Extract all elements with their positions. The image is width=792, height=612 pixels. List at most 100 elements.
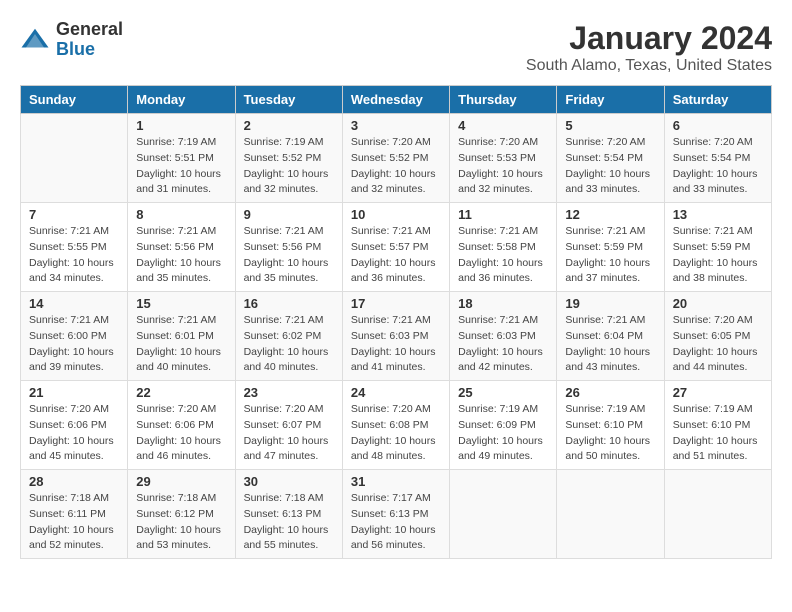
day-number: 12 xyxy=(565,207,655,222)
calendar-cell: 8 Sunrise: 7:21 AMSunset: 5:56 PMDaylight… xyxy=(128,203,235,292)
day-info: Sunrise: 7:21 AMSunset: 5:57 PMDaylight:… xyxy=(351,224,441,287)
day-number: 19 xyxy=(565,296,655,311)
calendar-cell xyxy=(557,470,664,559)
day-number: 1 xyxy=(136,118,226,133)
day-number: 30 xyxy=(244,474,334,489)
calendar-cell: 27Sunrise: 7:19 AMSunset: 6:10 PMDayligh… xyxy=(664,381,771,470)
day-number: 23 xyxy=(244,385,334,400)
header-saturday: Saturday xyxy=(664,86,771,114)
day-number: 8 xyxy=(136,207,226,222)
header-thursday: Thursday xyxy=(450,86,557,114)
calendar-cell: 3 Sunrise: 7:20 AMSunset: 5:52 PMDaylight… xyxy=(342,114,449,203)
day-info: Sunrise: 7:18 AMSunset: 6:11 PMDaylight:… xyxy=(29,491,119,554)
day-info: Sunrise: 7:19 AMSunset: 5:52 PMDaylight:… xyxy=(244,135,334,198)
calendar-cell: 24 Sunrise: 7:20 AMSunset: 6:08 PMDayligh… xyxy=(342,381,449,470)
day-number: 4 xyxy=(458,118,548,133)
day-number: 17 xyxy=(351,296,441,311)
logo-icon xyxy=(20,25,50,55)
day-info: Sunrise: 7:21 AMSunset: 5:56 PMDaylight:… xyxy=(136,224,226,287)
header-wednesday: Wednesday xyxy=(342,86,449,114)
calendar-cell: 28 Sunrise: 7:18 AMSunset: 6:11 PMDayligh… xyxy=(21,470,128,559)
day-number: 31 xyxy=(351,474,441,489)
calendar-table: SundayMondayTuesdayWednesdayThursdayFrid… xyxy=(20,85,772,559)
calendar-cell: 17 Sunrise: 7:21 AMSunset: 6:03 PMDayligh… xyxy=(342,292,449,381)
logo-blue: Blue xyxy=(56,40,123,60)
day-number: 29 xyxy=(136,474,226,489)
header-sunday: Sunday xyxy=(21,86,128,114)
title-area: January 2024 South Alamo, Texas, United … xyxy=(526,20,772,75)
day-info: Sunrise: 7:20 AMSunset: 6:06 PMDaylight:… xyxy=(29,402,119,465)
calendar-cell: 10Sunrise: 7:21 AMSunset: 5:57 PMDayligh… xyxy=(342,203,449,292)
calendar-cell: 6Sunrise: 7:20 AMSunset: 5:54 PMDaylight… xyxy=(664,114,771,203)
day-number: 3 xyxy=(351,118,441,133)
calendar-cell: 5Sunrise: 7:20 AMSunset: 5:54 PMDaylight… xyxy=(557,114,664,203)
calendar-row-5: 28 Sunrise: 7:18 AMSunset: 6:11 PMDayligh… xyxy=(21,470,772,559)
header-friday: Friday xyxy=(557,86,664,114)
calendar-cell xyxy=(664,470,771,559)
page-title: January 2024 xyxy=(526,20,772,57)
day-info: Sunrise: 7:20 AMSunset: 6:06 PMDaylight:… xyxy=(136,402,226,465)
calendar-cell: 21 Sunrise: 7:20 AMSunset: 6:06 PMDayligh… xyxy=(21,381,128,470)
day-info: Sunrise: 7:21 AMSunset: 6:01 PMDaylight:… xyxy=(136,313,226,376)
calendar-header-row: SundayMondayTuesdayWednesdayThursdayFrid… xyxy=(21,86,772,114)
day-number: 22 xyxy=(136,385,226,400)
calendar-cell: 13 Sunrise: 7:21 AMSunset: 5:59 PMDayligh… xyxy=(664,203,771,292)
day-number: 6 xyxy=(673,118,763,133)
day-number: 18 xyxy=(458,296,548,311)
day-number: 13 xyxy=(673,207,763,222)
day-info: Sunrise: 7:20 AMSunset: 6:07 PMDaylight:… xyxy=(244,402,334,465)
calendar-cell: 29 Sunrise: 7:18 AMSunset: 6:12 PMDayligh… xyxy=(128,470,235,559)
calendar-cell: 31 Sunrise: 7:17 AMSunset: 6:13 PMDayligh… xyxy=(342,470,449,559)
calendar-cell: 11Sunrise: 7:21 AMSunset: 5:58 PMDayligh… xyxy=(450,203,557,292)
day-number: 7 xyxy=(29,207,119,222)
day-number: 20 xyxy=(673,296,763,311)
day-info: Sunrise: 7:21 AMSunset: 6:02 PMDaylight:… xyxy=(244,313,334,376)
calendar-cell: 14 Sunrise: 7:21 AMSunset: 6:00 PMDayligh… xyxy=(21,292,128,381)
day-number: 2 xyxy=(244,118,334,133)
calendar-cell: 15Sunrise: 7:21 AMSunset: 6:01 PMDayligh… xyxy=(128,292,235,381)
day-info: Sunrise: 7:19 AMSunset: 6:09 PMDaylight:… xyxy=(458,402,548,465)
day-info: Sunrise: 7:20 AMSunset: 5:53 PMDaylight:… xyxy=(458,135,548,198)
logo: General Blue xyxy=(20,20,123,60)
day-info: Sunrise: 7:19 AMSunset: 5:51 PMDaylight:… xyxy=(136,135,226,198)
day-number: 27 xyxy=(673,385,763,400)
calendar-row-3: 14 Sunrise: 7:21 AMSunset: 6:00 PMDayligh… xyxy=(21,292,772,381)
day-number: 24 xyxy=(351,385,441,400)
calendar-cell: 22 Sunrise: 7:20 AMSunset: 6:06 PMDayligh… xyxy=(128,381,235,470)
calendar-cell: 7Sunrise: 7:21 AMSunset: 5:55 PMDaylight… xyxy=(21,203,128,292)
day-info: Sunrise: 7:20 AMSunset: 5:52 PMDaylight:… xyxy=(351,135,441,198)
calendar-cell: 23 Sunrise: 7:20 AMSunset: 6:07 PMDayligh… xyxy=(235,381,342,470)
day-number: 21 xyxy=(29,385,119,400)
day-number: 28 xyxy=(29,474,119,489)
calendar-row-1: 1 Sunrise: 7:19 AMSunset: 5:51 PMDaylight… xyxy=(21,114,772,203)
page-subtitle: South Alamo, Texas, United States xyxy=(526,57,772,75)
calendar-cell: 12Sunrise: 7:21 AMSunset: 5:59 PMDayligh… xyxy=(557,203,664,292)
day-info: Sunrise: 7:19 AMSunset: 6:10 PMDaylight:… xyxy=(565,402,655,465)
day-info: Sunrise: 7:21 AMSunset: 5:59 PMDaylight:… xyxy=(673,224,763,287)
calendar-cell xyxy=(21,114,128,203)
header: General Blue January 2024 South Alamo, T… xyxy=(20,20,772,75)
calendar-cell: 30Sunrise: 7:18 AMSunset: 6:13 PMDayligh… xyxy=(235,470,342,559)
calendar-cell: 18Sunrise: 7:21 AMSunset: 6:03 PMDayligh… xyxy=(450,292,557,381)
day-number: 5 xyxy=(565,118,655,133)
day-info: Sunrise: 7:20 AMSunset: 6:08 PMDaylight:… xyxy=(351,402,441,465)
day-info: Sunrise: 7:20 AMSunset: 6:05 PMDaylight:… xyxy=(673,313,763,376)
day-info: Sunrise: 7:21 AMSunset: 6:04 PMDaylight:… xyxy=(565,313,655,376)
day-number: 16 xyxy=(244,296,334,311)
calendar-cell: 4 Sunrise: 7:20 AMSunset: 5:53 PMDaylight… xyxy=(450,114,557,203)
day-number: 14 xyxy=(29,296,119,311)
calendar-cell: 1 Sunrise: 7:19 AMSunset: 5:51 PMDaylight… xyxy=(128,114,235,203)
day-info: Sunrise: 7:21 AMSunset: 6:03 PMDaylight:… xyxy=(351,313,441,376)
calendar-cell: 26 Sunrise: 7:19 AMSunset: 6:10 PMDayligh… xyxy=(557,381,664,470)
day-info: Sunrise: 7:18 AMSunset: 6:12 PMDaylight:… xyxy=(136,491,226,554)
calendar-cell: 25 Sunrise: 7:19 AMSunset: 6:09 PMDayligh… xyxy=(450,381,557,470)
day-info: Sunrise: 7:21 AMSunset: 6:00 PMDaylight:… xyxy=(29,313,119,376)
calendar-row-4: 21 Sunrise: 7:20 AMSunset: 6:06 PMDayligh… xyxy=(21,381,772,470)
calendar-cell: 2 Sunrise: 7:19 AMSunset: 5:52 PMDaylight… xyxy=(235,114,342,203)
calendar-row-2: 7Sunrise: 7:21 AMSunset: 5:55 PMDaylight… xyxy=(21,203,772,292)
logo-text: General Blue xyxy=(56,20,123,60)
day-info: Sunrise: 7:17 AMSunset: 6:13 PMDaylight:… xyxy=(351,491,441,554)
day-number: 26 xyxy=(565,385,655,400)
header-tuesday: Tuesday xyxy=(235,86,342,114)
day-number: 25 xyxy=(458,385,548,400)
